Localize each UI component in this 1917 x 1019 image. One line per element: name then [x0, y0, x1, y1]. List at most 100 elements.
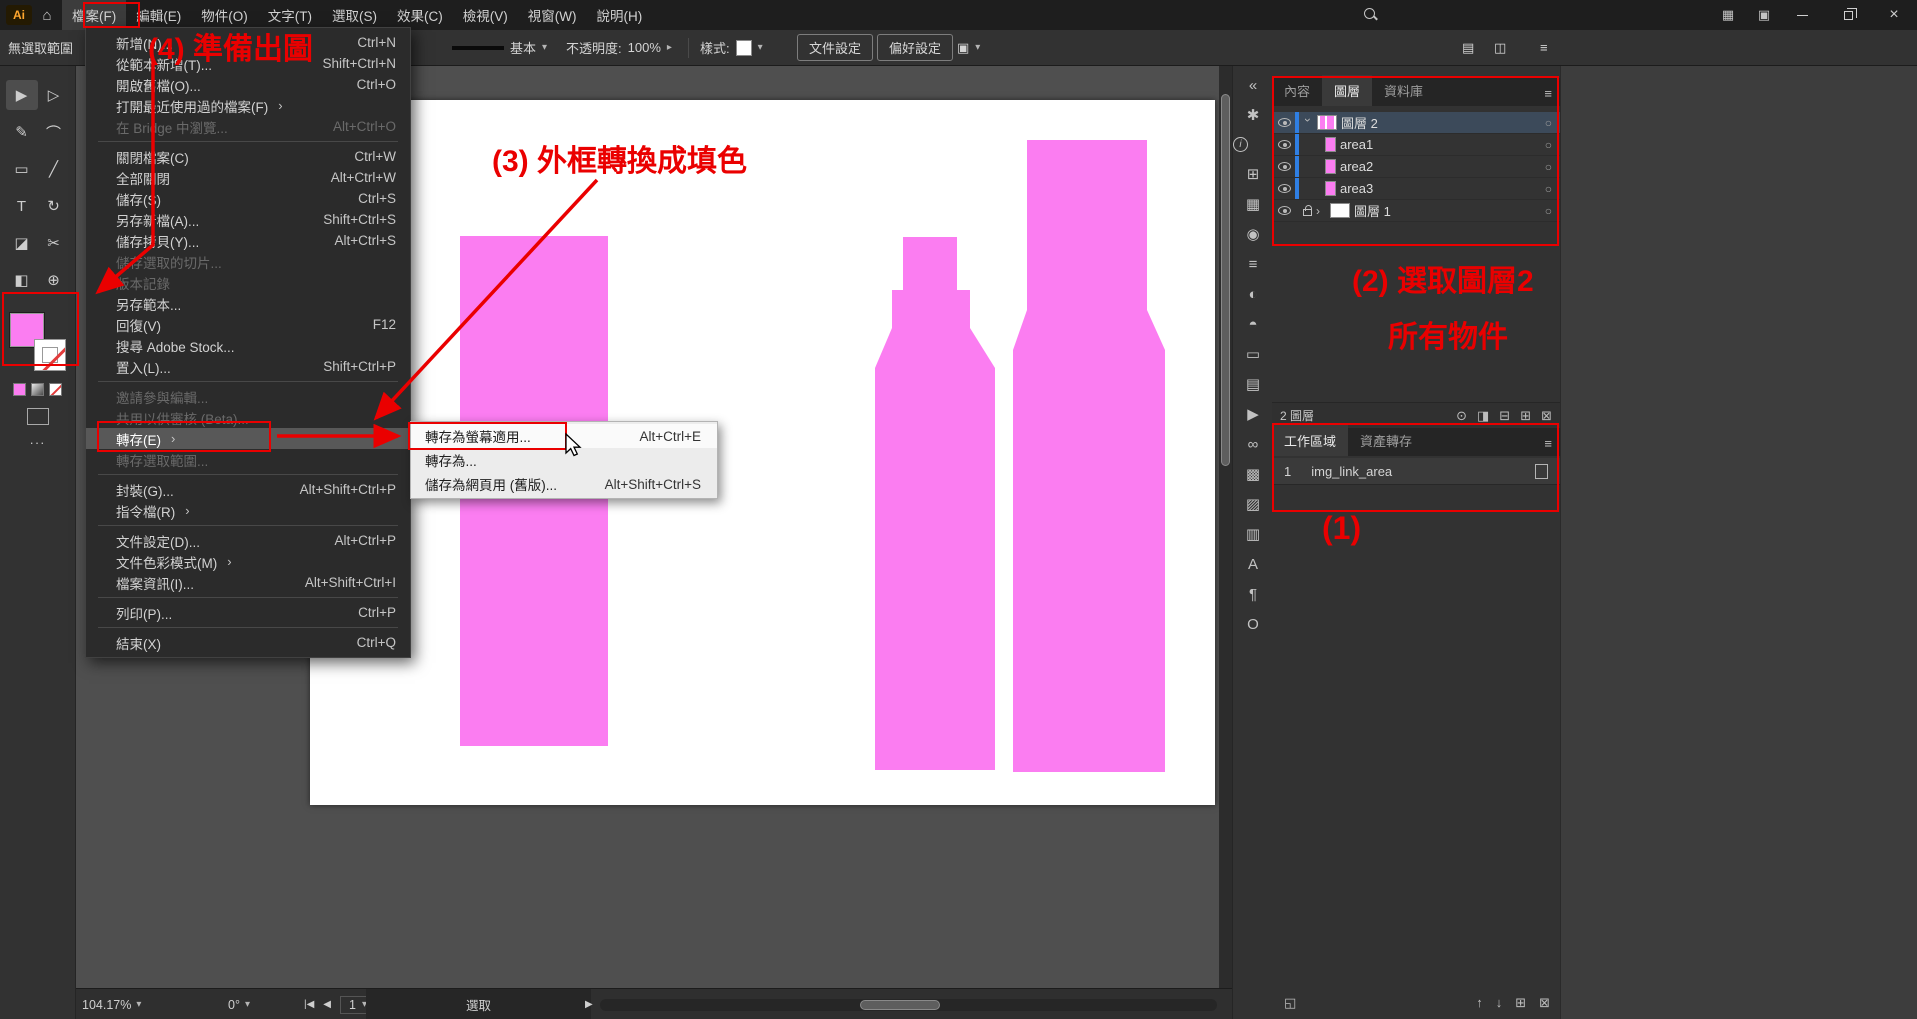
links-icon[interactable]: ∞ [1233, 429, 1273, 459]
target-circle-icon[interactable]: ○ [1545, 116, 1552, 130]
layer-row[interactable]: › area3 ○ [1272, 178, 1560, 200]
file-menu-item[interactable]: 轉存選取範圍... [86, 449, 410, 470]
panel-tab[interactable]: 內容 [1272, 75, 1322, 106]
move-up-icon[interactable]: ↑ [1476, 995, 1483, 1011]
file-menu-item[interactable] [98, 141, 398, 142]
menu-item[interactable]: 效果(C) [387, 0, 453, 30]
close-button[interactable]: × [1871, 0, 1917, 30]
zoom-tool[interactable]: ⊕ [38, 265, 70, 295]
file-menu-item[interactable]: 開啟舊檔(O)... Ctrl+O [86, 74, 410, 95]
file-menu-item[interactable]: 儲存拷貝(Y)... Alt+Ctrl+S [86, 230, 410, 251]
transparency-icon[interactable]: ◓ [1233, 309, 1273, 339]
menu-item[interactable]: 說明(H) [586, 0, 652, 30]
file-menu-item[interactable]: 關閉檔案(C) Ctrl+W [86, 146, 410, 167]
swatches-icon[interactable]: ▨ [1233, 489, 1273, 519]
new-sublayer-icon[interactable]: ⊟ [1499, 408, 1510, 424]
delete-layer-icon[interactable]: ⊠ [1541, 408, 1552, 424]
paragraph-icon[interactable]: ¶ [1233, 579, 1273, 609]
file-menu-item[interactable]: 打開最近使用過的檔案(F) › [86, 95, 410, 116]
magenta-bottle-shape-small[interactable] [875, 237, 995, 770]
stroke-icon[interactable]: ≡ [1233, 249, 1273, 279]
make-clip-mask-icon[interactable]: ◨ [1477, 408, 1489, 424]
scissors-tool[interactable]: ✂ [38, 228, 70, 258]
target-circle-icon[interactable]: ○ [1545, 160, 1552, 174]
expand-chevron-icon[interactable]: › [1301, 118, 1315, 128]
new-layer-icon[interactable]: ⊞ [1520, 408, 1531, 424]
file-menu-item[interactable]: 指令檔(R) › [86, 500, 410, 521]
appearance-icon[interactable]: ◉ [1233, 219, 1273, 249]
panel-tab[interactable]: 資料庫 [1372, 75, 1435, 106]
file-menu-item[interactable]: 搜尋 Adobe Stock... [86, 335, 410, 356]
file-menu-item[interactable]: 封裝(G)... Alt+Shift+Ctrl+P [86, 479, 410, 500]
control-bar-menu-icon[interactable]: ≡ [1540, 30, 1548, 65]
file-menu-item[interactable]: 文件色彩模式(M) › [86, 551, 410, 572]
gear-icon[interactable]: ✱ [1233, 100, 1273, 130]
status-expand-button[interactable]: ▶ [585, 989, 593, 1019]
vertical-scrollbar-thumb[interactable] [1221, 94, 1230, 466]
menu-item[interactable]: 選取(S) [322, 0, 387, 30]
export-submenu-item[interactable]: 轉存為螢幕適用... Alt+Ctrl+E [411, 424, 717, 448]
target-circle-icon[interactable]: ○ [1545, 138, 1552, 152]
target-circle-icon[interactable]: ○ [1545, 182, 1552, 196]
menu-item[interactable]: 文字(T) [258, 0, 322, 30]
layer-row[interactable]: › 圖層 2 ○ [1272, 112, 1560, 134]
file-menu-item[interactable]: 列印(P)... Ctrl+P [86, 602, 410, 623]
menu-item[interactable]: 檔案(F) [62, 0, 126, 30]
columns-icon[interactable]: ▥ [1233, 519, 1273, 549]
export-submenu-item[interactable]: 轉存為... [411, 448, 717, 472]
file-menu-item[interactable]: 轉存(E) › [86, 428, 410, 449]
file-menu-item[interactable]: 回復(V) F12 [86, 314, 410, 335]
style-control[interactable]: 樣式: ▾ [700, 30, 763, 65]
transform-icon[interactable]: ⊞ [1233, 159, 1273, 189]
horizontal-scrollbar-thumb[interactable] [860, 1000, 940, 1010]
zoom-control[interactable]: 104.17% ▾ [82, 989, 141, 1019]
panel-menu-icon[interactable]: ≡ [1544, 86, 1552, 101]
image-trace-icon[interactable]: ▩ [1233, 459, 1273, 489]
file-menu-item[interactable] [98, 474, 398, 475]
panel-layout-icon[interactable]: ▣ [1748, 0, 1780, 30]
file-menu-item[interactable]: 置入(L)... Shift+Ctrl+P [86, 356, 410, 377]
gradient-tool[interactable]: ◧ [6, 265, 38, 295]
opacity-value[interactable]: 100% [628, 40, 661, 55]
pathfinder-icon[interactable]: ▦ [1233, 189, 1273, 219]
visibility-eye-icon[interactable] [1278, 206, 1291, 215]
collapse-panel-icon[interactable]: « [1233, 70, 1273, 100]
magenta-bottle-shape-large[interactable] [1013, 140, 1165, 772]
horizontal-scrollbar[interactable] [600, 999, 1217, 1011]
artboards-icon[interactable]: ▭ [1233, 339, 1273, 369]
rotate-tool[interactable]: ↻ [38, 191, 70, 221]
lock-icon[interactable] [1303, 209, 1312, 216]
file-menu-item[interactable]: 全部關閉 Alt+Ctrl+W [86, 167, 410, 188]
target-circle-icon[interactable]: ○ [1545, 204, 1552, 218]
file-menu-item[interactable]: 新增(N)... Ctrl+N [86, 32, 410, 53]
document-setup-button[interactable]: 文件設定 [797, 34, 873, 61]
file-menu-item[interactable]: 邀請參與編輯... [86, 386, 410, 407]
restore-button[interactable] [1825, 0, 1871, 30]
type-tool[interactable]: T [6, 191, 38, 221]
panel-tab[interactable]: 圖層 [1322, 75, 1372, 106]
file-menu-item[interactable]: 共用以供審核 (Beta)... [86, 407, 410, 428]
brush-definition-select[interactable]: 基本 ▾ [452, 30, 547, 65]
actions-icon[interactable]: ▶ [1233, 399, 1273, 429]
minimize-button[interactable] [1779, 0, 1825, 30]
menu-item[interactable]: 檢視(V) [453, 0, 518, 30]
artboard-page-icon[interactable] [1535, 464, 1548, 479]
artboard-row[interactable]: 1 img_link_area [1272, 458, 1560, 485]
opentype-icon[interactable]: O [1233, 609, 1273, 639]
layer-row[interactable]: › area2 ○ [1272, 156, 1560, 178]
opacity-control[interactable]: 不透明度: 100% ▸ [566, 30, 672, 65]
panel-tab[interactable]: 工作區域 [1272, 425, 1348, 456]
file-menu-item[interactable] [98, 627, 398, 628]
rectangle-tool[interactable]: ▭ [6, 154, 38, 184]
file-menu-item[interactable] [98, 381, 398, 382]
more-tools-button[interactable]: ··· [0, 435, 75, 450]
file-menu-item[interactable] [98, 525, 398, 526]
curvature-tool[interactable]: ⌒ [38, 117, 70, 147]
delete-artboard-icon[interactable]: ⊠ [1539, 995, 1550, 1011]
stroke-color-swatch[interactable] [34, 339, 66, 371]
arrange-documents-icon[interactable]: ▤ [1462, 30, 1474, 65]
file-menu-item[interactable]: 另存新檔(A)... Shift+Ctrl+S [86, 209, 410, 230]
home-icon[interactable]: ⌂ [32, 7, 62, 24]
document-layout-icon[interactable]: ◫ [1494, 30, 1506, 65]
menu-item[interactable]: 編輯(E) [126, 0, 191, 30]
